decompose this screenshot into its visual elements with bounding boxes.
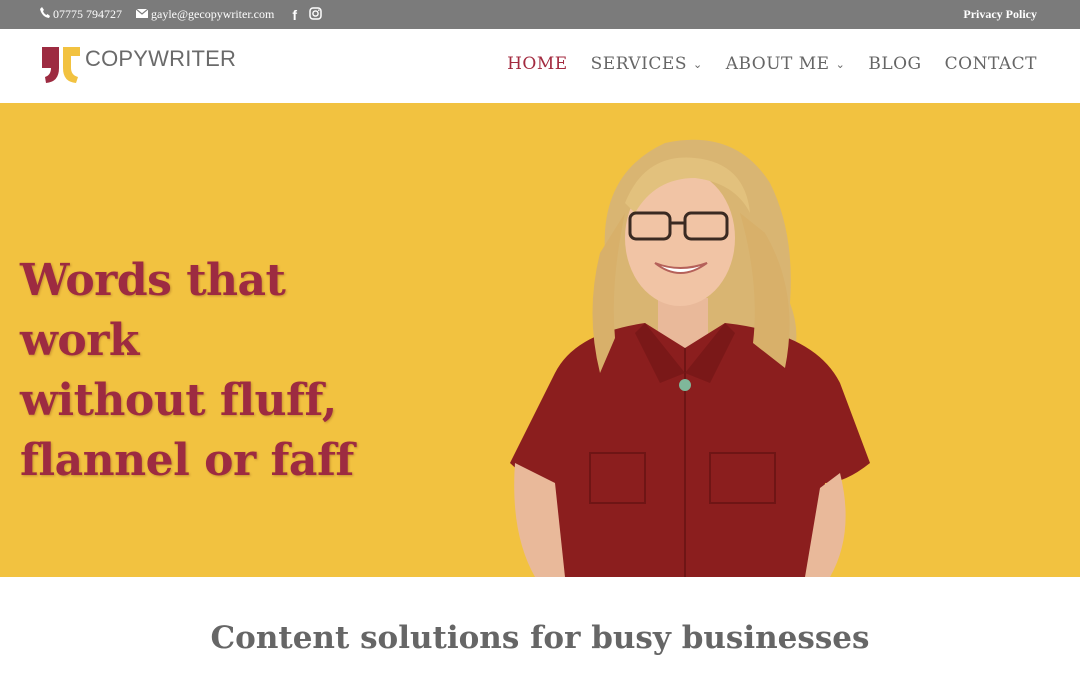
site-logo[interactable]: COPYWRITER bbox=[40, 44, 236, 86]
chevron-down-icon: ⌄ bbox=[692, 57, 703, 71]
top-bar-contact: 07775 794727 gayle@gecopywriter.com f bbox=[40, 7, 334, 22]
phone-number: 07775 794727 bbox=[53, 7, 122, 21]
nav-item-about-me[interactable]: ABOUT ME ⌄ bbox=[726, 54, 846, 74]
facebook-icon[interactable]: f bbox=[292, 8, 297, 22]
envelope-icon bbox=[135, 7, 149, 22]
nav-item-label: SERVICES bbox=[590, 54, 687, 74]
nav-item-home[interactable]: HOME bbox=[507, 54, 568, 74]
hero-banner: Words that work without fluff, flannel o… bbox=[0, 103, 1080, 577]
hero-heading-line: flannel or faff bbox=[20, 435, 354, 486]
portrait-photo bbox=[495, 133, 885, 577]
privacy-policy-link[interactable]: Privacy Policy bbox=[963, 7, 1037, 22]
nav-item-label: BLOG bbox=[868, 54, 922, 74]
phone-link[interactable]: 07775 794727 bbox=[40, 7, 122, 22]
hero-heading: Words that work without fluff, flannel o… bbox=[20, 251, 400, 491]
site-header: COPYWRITER HOME SERVICES ⌄ ABOUT ME ⌄ BL… bbox=[0, 29, 1080, 103]
hero-heading-line: Words that work bbox=[20, 255, 286, 366]
logo-text: COPYWRITER bbox=[85, 46, 237, 71]
hero-heading-line: without fluff, bbox=[20, 375, 337, 426]
logo-mark bbox=[40, 44, 82, 86]
nav-item-blog[interactable]: BLOG bbox=[868, 54, 921, 74]
email-link[interactable]: gayle@gecopywriter.com bbox=[135, 7, 275, 22]
nav-item-label: CONTACT bbox=[944, 54, 1037, 74]
chevron-down-icon: ⌄ bbox=[835, 57, 846, 71]
instagram-icon[interactable] bbox=[309, 7, 322, 22]
phone-icon bbox=[40, 7, 50, 22]
nav-item-label: ABOUT ME bbox=[725, 54, 830, 74]
nav-item-contact[interactable]: CONTACT bbox=[945, 54, 1037, 74]
nav-item-services[interactable]: SERVICES ⌄ bbox=[591, 54, 703, 74]
main-nav: HOME SERVICES ⌄ ABOUT ME ⌄ BLOG CONTACT bbox=[484, 54, 1037, 74]
email-address: gayle@gecopywriter.com bbox=[151, 7, 275, 21]
social-links: f bbox=[292, 7, 334, 22]
section-tagline: Content solutions for busy businesses bbox=[210, 620, 870, 656]
nav-item-label: HOME bbox=[507, 54, 568, 74]
top-bar: 07775 794727 gayle@gecopywriter.com f Pr… bbox=[0, 0, 1080, 29]
